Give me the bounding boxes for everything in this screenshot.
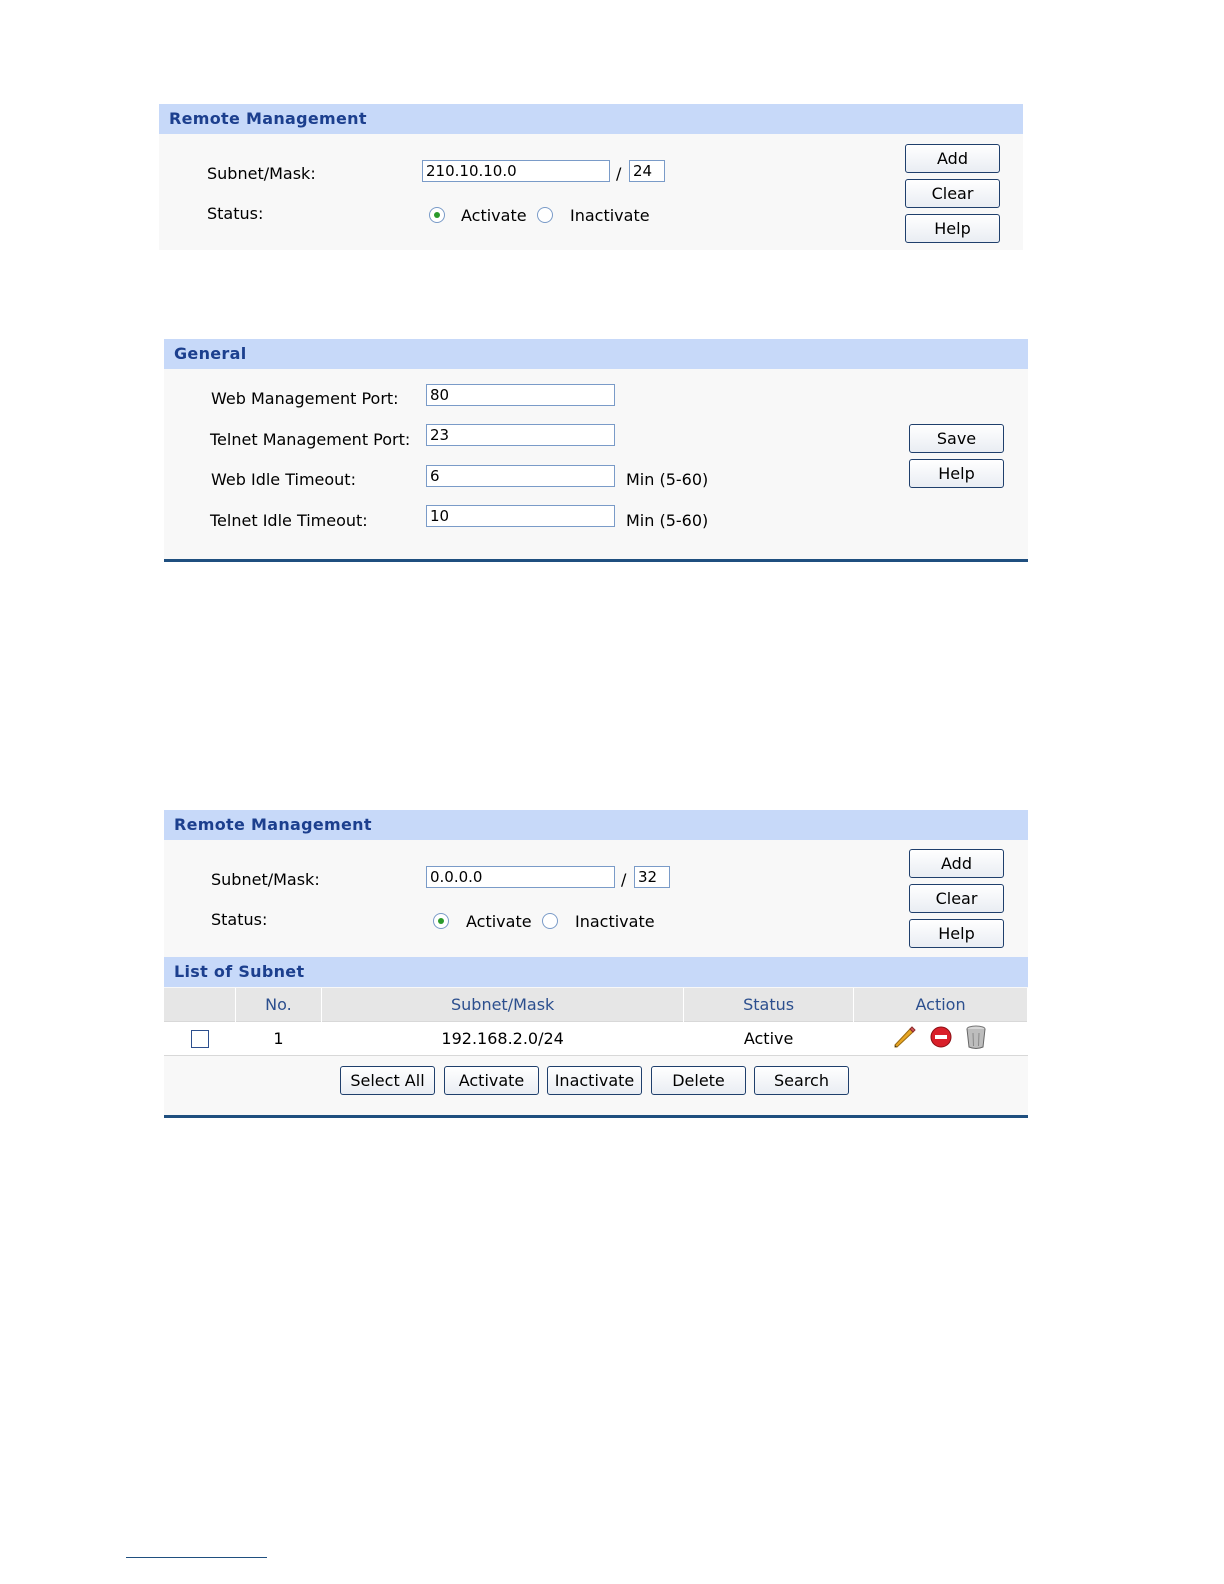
column-header-status: Status (683, 988, 855, 1022)
inactivate-button[interactable]: Inactivate (547, 1066, 642, 1095)
inactivate-radio-label: Inactivate (570, 206, 650, 225)
edit-icon[interactable] (893, 1025, 917, 1053)
row-checkbox[interactable] (190, 1030, 209, 1049)
table-row: 1 192.168.2.0/24 Active (164, 1021, 1028, 1056)
general-panel: General Web Management Port: Telnet Mana… (164, 339, 1028, 560)
row-subnet: 192.168.2.0/24 (321, 1021, 684, 1056)
panel-title: Remote Management (164, 810, 1028, 840)
inactivate-radio[interactable] (542, 913, 558, 929)
activate-button[interactable]: Activate (444, 1066, 539, 1095)
telnet-timeout-input[interactable] (426, 505, 615, 527)
panel-divider (164, 1115, 1028, 1118)
activate-radio[interactable] (433, 913, 449, 929)
mask-separator: / (616, 164, 622, 183)
add-button[interactable]: Add (909, 849, 1004, 878)
column-header-no: No. (235, 988, 323, 1022)
inactivate-radio[interactable] (537, 207, 553, 223)
web-timeout-label: Web Idle Timeout: (211, 470, 356, 489)
row-no: 1 (235, 1021, 322, 1056)
web-port-label: Web Management Port: (211, 389, 399, 408)
subnet-input[interactable] (422, 160, 610, 182)
mask-input[interactable] (629, 160, 665, 182)
panel-title: Remote Management (159, 104, 1023, 134)
subnet-input[interactable] (426, 866, 615, 888)
list-of-subnet-title: List of Subnet (164, 957, 1028, 987)
clear-button[interactable]: Clear (909, 884, 1004, 913)
telnet-port-input[interactable] (426, 424, 615, 446)
mask-separator: / (621, 870, 627, 889)
web-timeout-input[interactable] (426, 465, 615, 487)
panel-title: General (164, 339, 1028, 369)
web-port-input[interactable] (426, 384, 615, 406)
telnet-timeout-label: Telnet Idle Timeout: (210, 511, 368, 530)
activate-radio-label: Activate (466, 912, 532, 931)
footnote-rule (126, 1557, 267, 1558)
remote-management-panel-2: Remote Management Subnet/Mask: / Status:… (164, 810, 1028, 1116)
remote-management-panel-1: Remote Management Subnet/Mask: / Status:… (159, 104, 1023, 250)
status-label: Status: (207, 204, 264, 223)
status-label: Status: (211, 910, 268, 929)
column-header-select (164, 988, 236, 1022)
subnet-mask-label: Subnet/Mask: (211, 870, 320, 889)
telnet-timeout-unit: Min (5-60) (626, 511, 709, 530)
subnet-table: No. Subnet/Mask Status Action 1 192.168.… (164, 988, 1028, 1056)
telnet-port-label: Telnet Management Port: (210, 430, 411, 449)
delete-button[interactable]: Delete (651, 1066, 746, 1095)
add-button[interactable]: Add (905, 144, 1000, 173)
web-timeout-unit: Min (5-60) (626, 470, 709, 489)
column-header-subnet: Subnet/Mask (321, 988, 685, 1022)
panel-divider (164, 559, 1028, 562)
help-button[interactable]: Help (909, 919, 1004, 948)
inactivate-radio-label: Inactivate (575, 912, 655, 931)
search-button[interactable]: Search (754, 1066, 849, 1095)
help-button[interactable]: Help (905, 214, 1000, 243)
select-all-button[interactable]: Select All (340, 1066, 435, 1095)
disable-icon[interactable] (929, 1025, 953, 1053)
clear-button[interactable]: Clear (905, 179, 1000, 208)
save-button[interactable]: Save (909, 424, 1004, 453)
help-button[interactable]: Help (909, 459, 1004, 488)
table-header-row: No. Subnet/Mask Status Action (164, 988, 1028, 1022)
mask-input[interactable] (634, 866, 670, 888)
row-status: Active (683, 1021, 854, 1056)
activate-radio[interactable] (429, 207, 445, 223)
trash-icon[interactable] (964, 1024, 988, 1054)
subnet-mask-label: Subnet/Mask: (207, 164, 316, 183)
column-header-action: Action (853, 988, 1028, 1022)
row-actions (853, 1021, 1028, 1056)
activate-radio-label: Activate (461, 206, 527, 225)
